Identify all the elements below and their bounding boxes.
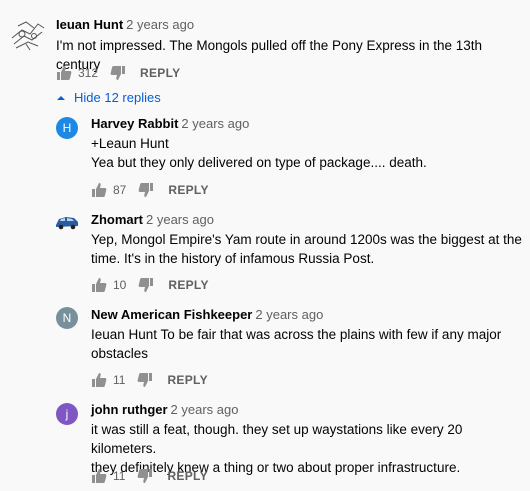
top-comment-reply-button[interactable]: REPLY <box>140 66 180 80</box>
top-comment-actions: 312 REPLY <box>56 65 180 81</box>
reply-avatar[interactable] <box>54 211 80 233</box>
like-icon[interactable] <box>91 182 107 198</box>
reply-time[interactable]: 2 years ago <box>255 307 323 322</box>
reply-actions: 11 REPLY <box>91 372 208 388</box>
car-avatar-icon <box>56 217 78 230</box>
reply-header: Harvey Rabbit 2 years ago <box>91 116 249 131</box>
top-comment-author[interactable]: Ieuan Hunt <box>56 17 123 32</box>
reply-text: Yep, Mongol Empire's Yam route in around… <box>91 230 526 268</box>
reply-header: john ruthger 2 years ago <box>91 402 238 417</box>
dislike-icon[interactable] <box>138 182 154 198</box>
reply-text-line: Yep, Mongol Empire's Yam route in around… <box>91 232 522 247</box>
reply-header: Zhomart 2 years ago <box>91 212 214 227</box>
reply-avatar-letter: j <box>65 407 69 421</box>
top-comment-avatar[interactable] <box>8 14 48 54</box>
reply-button[interactable]: REPLY <box>167 469 207 483</box>
reply-avatar-letter: N <box>62 311 72 325</box>
sketch-avatar-icon <box>8 14 48 54</box>
reply-avatar[interactable]: j <box>56 403 78 425</box>
reply-actions: 10 REPLY <box>91 277 209 293</box>
dislike-icon[interactable] <box>137 372 153 388</box>
reply-author[interactable]: Harvey Rabbit <box>91 116 178 131</box>
reply-like-count: 10 <box>113 278 127 292</box>
reply-text-line: time. It's in the history of infamous Ru… <box>91 251 375 266</box>
reply-text-line: it was still a feat, though. they set up… <box>91 422 463 456</box>
reply-like-count: 11 <box>113 373 126 387</box>
reply-author[interactable]: john ruthger <box>91 402 168 417</box>
dislike-icon[interactable] <box>138 277 154 293</box>
reply-button[interactable]: REPLY <box>168 183 208 197</box>
reply-text-line: Yea but they only delivered on type of p… <box>91 155 427 170</box>
reply-time[interactable]: 2 years ago <box>146 212 214 227</box>
like-icon[interactable] <box>91 372 107 388</box>
reply-text-line: +Leaun Hunt <box>91 136 169 151</box>
reply-author[interactable]: New American Fishkeeper <box>91 307 252 322</box>
reply-button[interactable]: REPLY <box>168 278 208 292</box>
reply-like-count: 87 <box>113 183 127 197</box>
reply-like-count: 11 <box>113 469 126 483</box>
reply-avatar[interactable]: N <box>56 307 78 329</box>
hide-replies-button[interactable]: Hide 12 replies <box>56 90 161 105</box>
reply-header: New American Fishkeeper 2 years ago <box>91 307 323 322</box>
comment-thread: Ieuan Hunt 2 years ago I'm not impressed.… <box>0 0 530 491</box>
dislike-icon[interactable] <box>137 468 153 484</box>
reply-avatar[interactable]: H <box>56 117 78 139</box>
top-comment-time[interactable]: 2 years ago <box>126 17 194 32</box>
reply-actions: 11 REPLY <box>91 468 208 484</box>
reply-text-line: obstacles <box>91 346 149 361</box>
reply-time[interactable]: 2 years ago <box>171 402 239 417</box>
reply-button[interactable]: REPLY <box>167 373 207 387</box>
reply-author[interactable]: Zhomart <box>91 212 143 227</box>
reply-text: +Leaun Hunt Yea but they only delivered … <box>91 134 521 172</box>
reply-avatar-letter: H <box>62 121 72 135</box>
like-icon[interactable] <box>91 277 107 293</box>
like-icon[interactable] <box>56 65 72 81</box>
caret-up-icon <box>57 95 65 100</box>
reply-time[interactable]: 2 years ago <box>181 116 249 131</box>
top-comment-header: Ieuan Hunt 2 years ago <box>56 17 194 32</box>
top-comment-like-count: 312 <box>78 66 99 80</box>
like-icon[interactable] <box>91 468 107 484</box>
dislike-icon[interactable] <box>110 65 126 81</box>
reply-text-line: Ieuan Hunt To be fair that was across th… <box>91 327 502 342</box>
hide-replies-label: Hide 12 replies <box>74 90 161 105</box>
reply-text: Ieuan Hunt To be fair that was across th… <box>91 325 521 363</box>
reply-actions: 87 REPLY <box>91 182 209 198</box>
